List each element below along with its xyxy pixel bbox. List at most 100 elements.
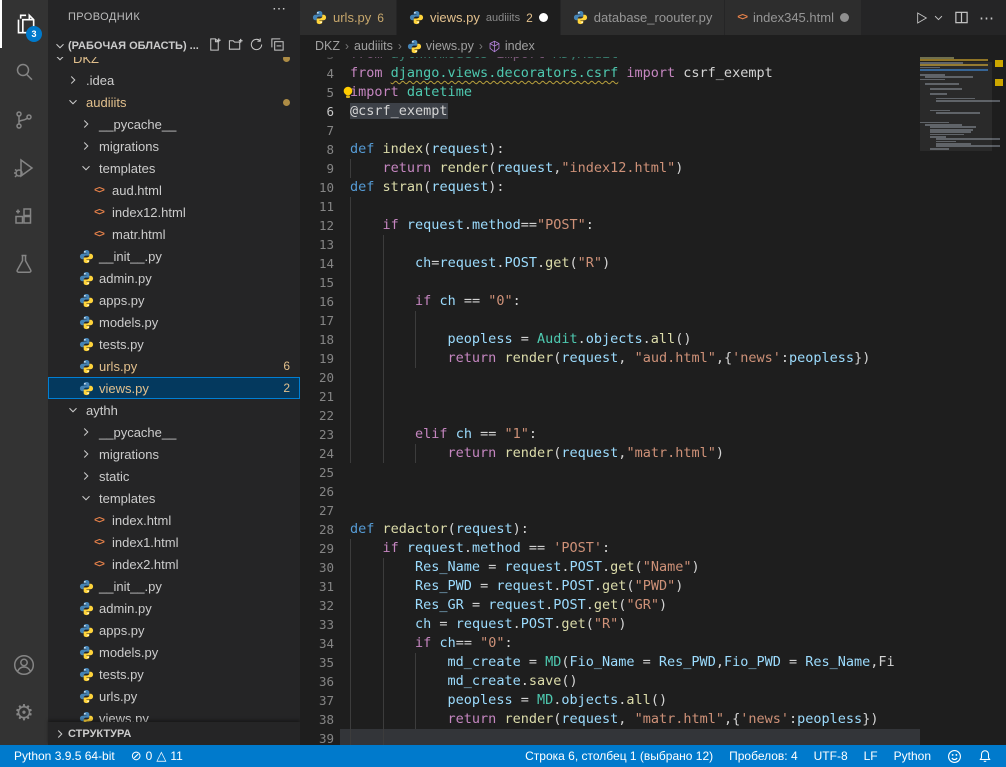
code-line-35[interactable]: 35 md_create = MD(Fio_Name = Res_PWD,Fio…: [300, 653, 920, 672]
workspace-section-header[interactable]: (РАБОЧАЯ ОБЛАСТЬ) ...: [48, 35, 300, 57]
tree-item-__init__.py[interactable]: __init__.py: [48, 575, 300, 597]
encoding-status[interactable]: UTF-8: [806, 745, 856, 767]
code-line-4[interactable]: 4from django.views.decorators.csrf impor…: [300, 64, 920, 83]
code-line-26[interactable]: 26: [300, 482, 920, 501]
code-line-6[interactable]: 6@csrf_exempt: [300, 102, 920, 121]
breadcrumb-item-DKZ[interactable]: DKZ: [315, 39, 340, 53]
tree-item-index.html[interactable]: <>index.html: [48, 509, 300, 531]
code-line-30[interactable]: 30 Res_Name = request.POST.get("Name"): [300, 558, 920, 577]
testing-icon[interactable]: [0, 240, 48, 288]
code-line-32[interactable]: 32 Res_GR = request.POST.get("GR"): [300, 596, 920, 615]
code-line-25[interactable]: 25: [300, 463, 920, 482]
collapse-all-icon[interactable]: [270, 37, 285, 55]
language-mode-status[interactable]: Python: [886, 745, 939, 767]
minimap-viewport[interactable]: [920, 62, 992, 151]
tab-index345.html[interactable]: <>index345.html: [725, 0, 862, 35]
eol-status[interactable]: LF: [856, 745, 886, 767]
tree-item-views.py[interactable]: views.py2: [48, 377, 300, 399]
code-line-7[interactable]: 7: [300, 121, 920, 140]
tree-item-views.py[interactable]: views.py: [48, 707, 300, 722]
problems-status[interactable]: ⊘ 0 △ 11: [123, 745, 191, 767]
tree-item-models.py[interactable]: models.py: [48, 641, 300, 663]
breadcrumb[interactable]: DKZ›audiiits›views.py›index: [300, 35, 1006, 57]
code-line-15[interactable]: 15: [300, 273, 920, 292]
code-line-28[interactable]: 28def redactor(request):: [300, 520, 920, 539]
code-line-10[interactable]: 10def stran(request):: [300, 178, 920, 197]
tree-item-matr.html[interactable]: <>matr.html: [48, 223, 300, 245]
code-line-13[interactable]: 13: [300, 235, 920, 254]
code-line-24[interactable]: 24 return render(request,"matr.html"): [300, 444, 920, 463]
tree-item-urls.py[interactable]: urls.py: [48, 685, 300, 707]
extensions-icon[interactable]: [0, 192, 48, 240]
split-editor-button[interactable]: [954, 10, 969, 25]
tree-item-__pycache__[interactable]: __pycache__: [48, 421, 300, 443]
tree-item-templates[interactable]: templates: [48, 157, 300, 179]
run-debug-icon[interactable]: [0, 144, 48, 192]
code-line-33[interactable]: 33 ch = request.POST.get("R"): [300, 615, 920, 634]
code-line-14[interactable]: 14 ch=request.POST.get("R"): [300, 254, 920, 273]
tree-item-templates[interactable]: templates: [48, 487, 300, 509]
refresh-icon[interactable]: [249, 37, 264, 55]
dirty-indicator[interactable]: [840, 13, 849, 22]
new-file-icon[interactable]: [207, 37, 222, 55]
code-line-5[interactable]: 5import datetime: [300, 83, 920, 102]
code-line-20[interactable]: 20: [300, 368, 920, 387]
code-line-23[interactable]: 23 elif ch == "1":: [300, 425, 920, 444]
breadcrumb-item-audiiits[interactable]: audiiits: [354, 39, 393, 53]
code-line-8[interactable]: 8def index(request):: [300, 140, 920, 159]
tree-item-__init__.py[interactable]: __init__.py: [48, 245, 300, 267]
tree-item-audiiits[interactable]: audiiits: [48, 91, 300, 113]
code-line-31[interactable]: 31 Res_PWD = request.POST.get("PWD"): [300, 577, 920, 596]
tab-urls.py[interactable]: urls.py6: [300, 0, 397, 35]
dirty-indicator[interactable]: [539, 13, 548, 22]
code-line-12[interactable]: 12 if request.method=="POST":: [300, 216, 920, 235]
tree-item-migrations[interactable]: migrations: [48, 443, 300, 465]
code-line-17[interactable]: 17: [300, 311, 920, 330]
notifications-icon[interactable]: [970, 745, 1000, 767]
tree-item-admin.py[interactable]: admin.py: [48, 267, 300, 289]
tree-item-urls.py[interactable]: urls.py6: [48, 355, 300, 377]
code-line-37[interactable]: 37 peopless = MD.objects.all(): [300, 691, 920, 710]
code-line-29[interactable]: 29 if request.method == 'POST':: [300, 539, 920, 558]
feedback-icon[interactable]: [939, 745, 970, 767]
tree-item-apps.py[interactable]: apps.py: [48, 289, 300, 311]
minimap[interactable]: [920, 57, 992, 745]
code-line-27[interactable]: 27: [300, 501, 920, 520]
tree-item-index1.html[interactable]: <>index1.html: [48, 531, 300, 553]
tree-item-apps.py[interactable]: apps.py: [48, 619, 300, 641]
breadcrumb-item-views.py[interactable]: views.py: [407, 39, 474, 54]
editor-more-actions-button[interactable]: ⋯: [979, 9, 994, 27]
explorer-more-actions-button[interactable]: ⋯: [272, 0, 286, 17]
tree-item-tests.py[interactable]: tests.py: [48, 663, 300, 685]
indentation-status[interactable]: Пробелов: 4: [721, 745, 806, 767]
settings-icon[interactable]: ⚙: [0, 689, 48, 737]
tree-item-migrations[interactable]: migrations: [48, 135, 300, 157]
tree-item-__pycache__[interactable]: __pycache__: [48, 113, 300, 135]
code-line-36[interactable]: 36 md_create.save(): [300, 672, 920, 691]
code-line-22[interactable]: 22: [300, 406, 920, 425]
explorer-icon[interactable]: 3: [0, 0, 48, 48]
code-line-3[interactable]: 3from aythh.models import MD,Audit: [300, 57, 920, 64]
code-line-11[interactable]: 11: [300, 197, 920, 216]
tree-item-admin.py[interactable]: admin.py: [48, 597, 300, 619]
run-dropdown-button[interactable]: [933, 12, 944, 23]
breadcrumb-item-index[interactable]: index: [488, 39, 535, 53]
cursor-position-status[interactable]: Строка 6, столбец 1 (выбрано 12): [517, 745, 721, 767]
tab-views.py[interactable]: views.pyaudiiits2: [397, 0, 561, 35]
tab-database_roouter.py[interactable]: database_roouter.py: [561, 0, 726, 35]
code-line-9[interactable]: 9 return render(request,"index12.html"): [300, 159, 920, 178]
code-editor[interactable]: 3from aythh.models import MD,Audit4from …: [300, 57, 920, 745]
code-line-16[interactable]: 16 if ch == "0":: [300, 292, 920, 311]
account-icon[interactable]: [0, 641, 48, 689]
tree-item-DKZ[interactable]: DKZ: [48, 57, 300, 69]
new-folder-icon[interactable]: [228, 37, 243, 55]
code-line-18[interactable]: 18 peopless = Audit.objects.all(): [300, 330, 920, 349]
tree-item-aud.html[interactable]: <>aud.html: [48, 179, 300, 201]
tree-item-static[interactable]: static: [48, 465, 300, 487]
run-button[interactable]: [913, 10, 929, 26]
tree-item-models.py[interactable]: models.py: [48, 311, 300, 333]
overview-ruler[interactable]: [992, 57, 1006, 745]
tree-item-index12.html[interactable]: <>index12.html: [48, 201, 300, 223]
code-line-21[interactable]: 21: [300, 387, 920, 406]
code-line-38[interactable]: 38 return render(request, "matr.html",{'…: [300, 710, 920, 729]
